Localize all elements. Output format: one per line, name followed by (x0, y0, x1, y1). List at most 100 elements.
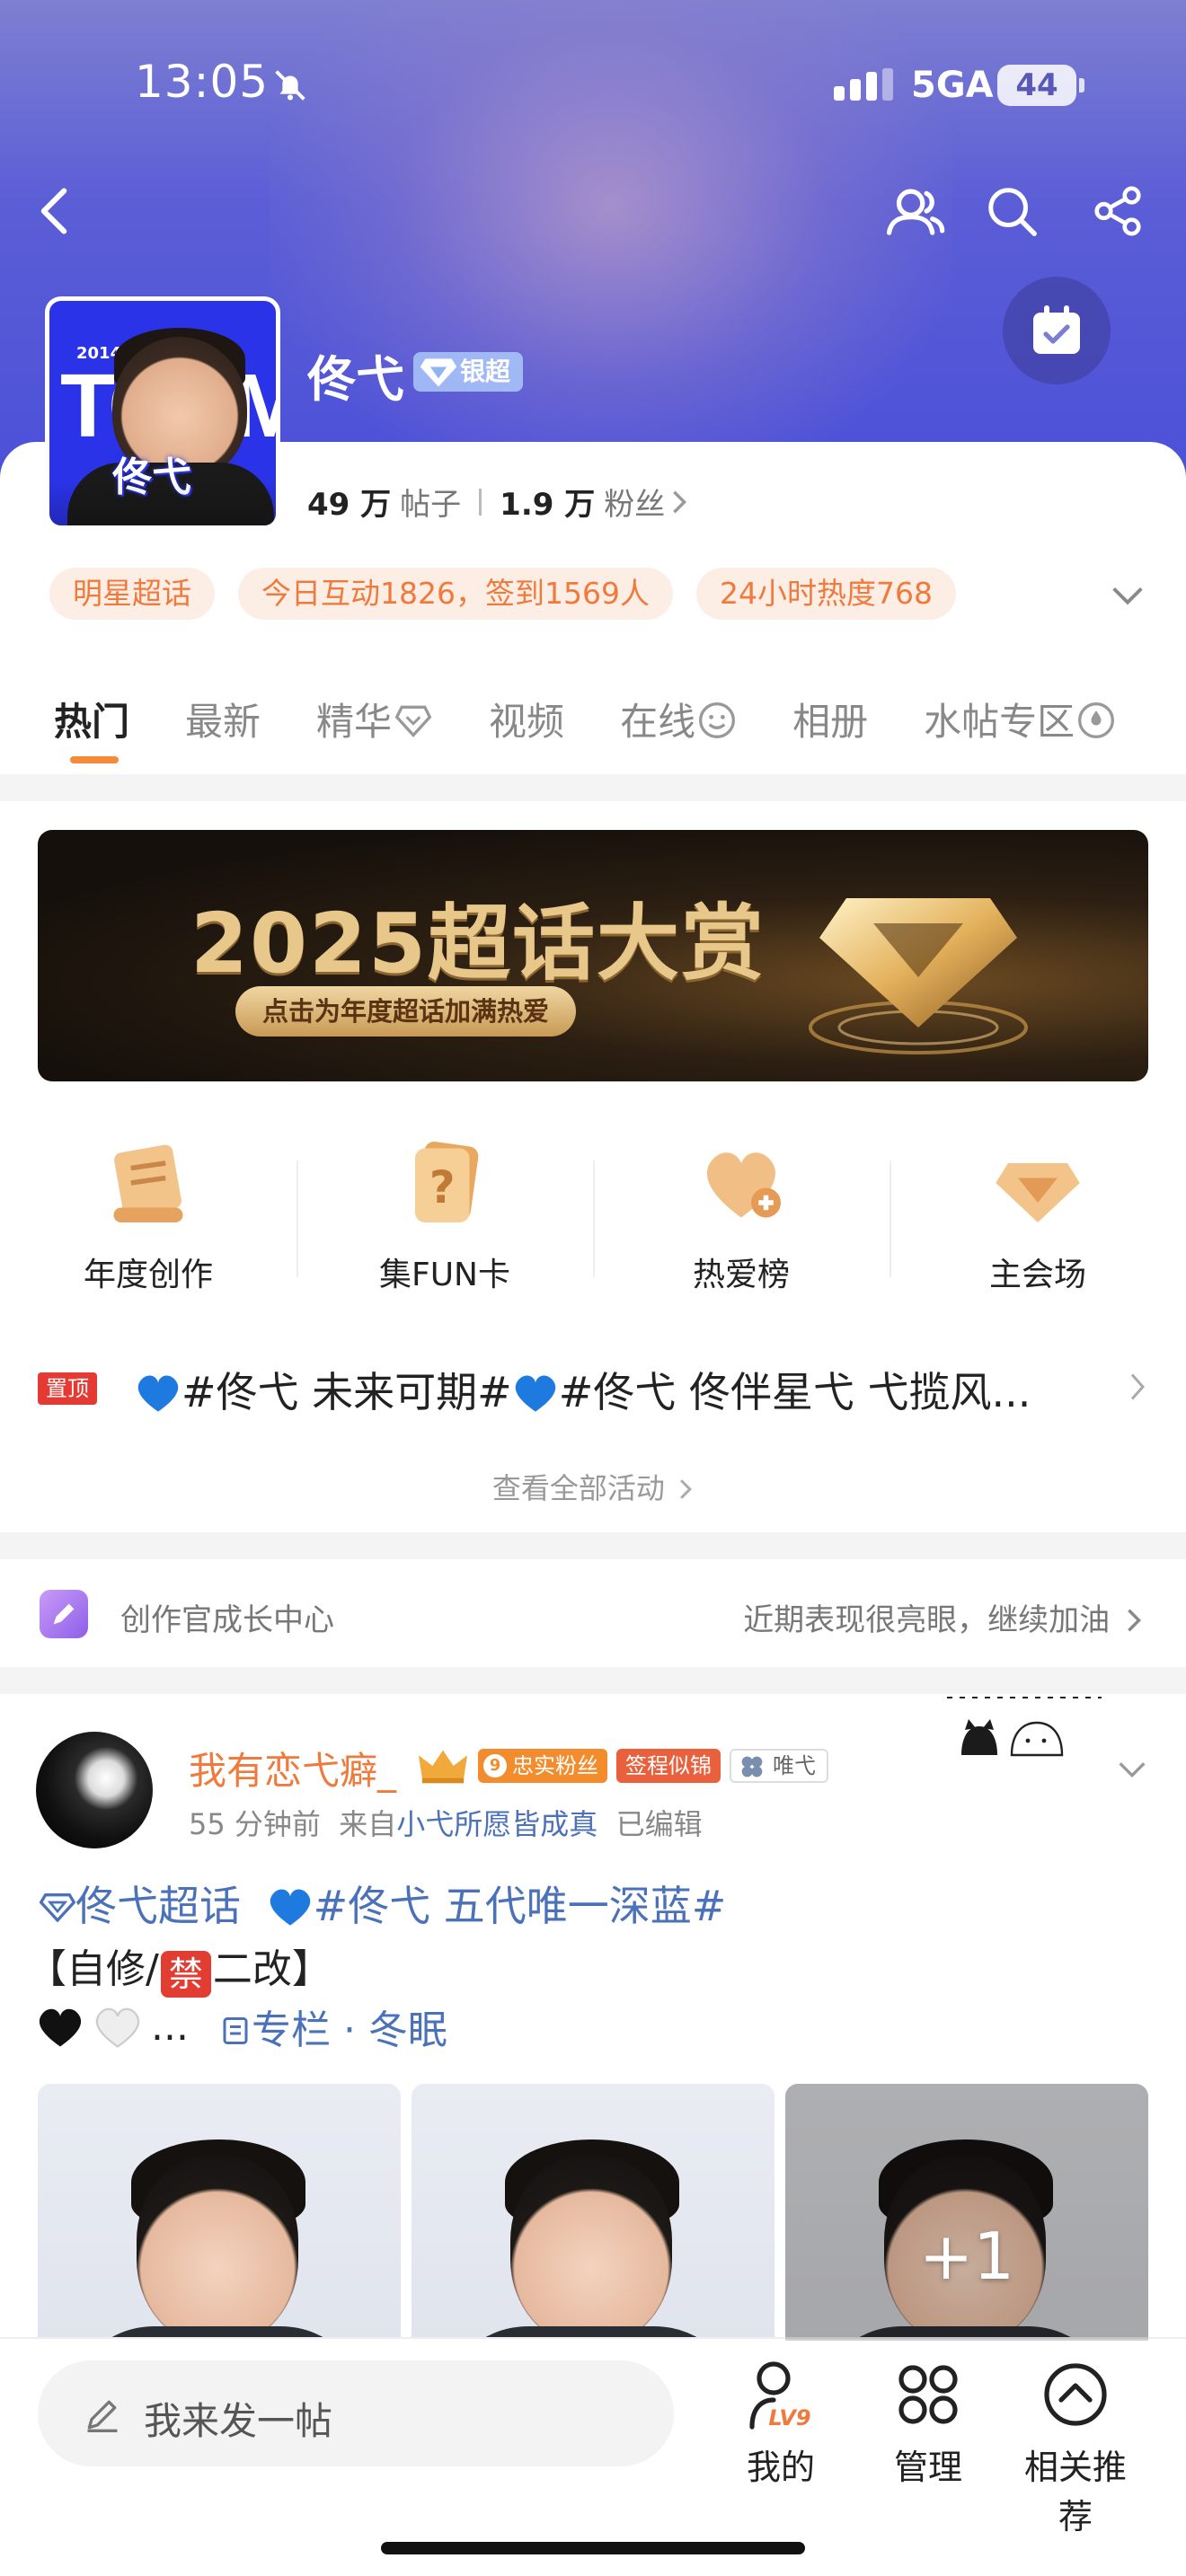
post-hashtag[interactable]: #佟弋 五代唯一深蓝# (314, 1882, 727, 1930)
quick-link-fun-card[interactable]: ? 集FUN卡 (296, 1134, 593, 1295)
user-level-text: LV9 (768, 2405, 810, 2430)
topic-stats: 49 万 帖子 1.9 万 粉丝 (307, 480, 688, 524)
pinned-post[interactable]: 置顶 #佟弋 未来可期# #佟弋 佟伴星弋 弋揽风... (38, 1356, 1152, 1416)
author-badges: 9 忠实粉丝 签程似锦 唯弋 (417, 1746, 828, 1786)
post-ellipsis: ... (151, 2003, 189, 2050)
column-link-label: 专栏 · 冬眠 (251, 2007, 447, 2053)
post-photo[interactable] (412, 2084, 774, 2341)
share-button[interactable] (1082, 175, 1154, 247)
my-button[interactable]: LV9 我的 (713, 2359, 848, 2493)
feed-tabs: 热门 最新 精华 视频 在线 相册 水帖专区 (54, 692, 1172, 763)
post-text-a: 【自修/ (27, 1946, 159, 1992)
column-link[interactable]: 专栏 · 冬眠 (219, 1998, 447, 2055)
tab-featured[interactable]: 精华 (316, 692, 433, 746)
post-photo[interactable]: +1 (785, 2084, 1148, 2341)
tag-heat[interactable]: 24小时热度768 (695, 568, 956, 620)
see-all-label: 查看全部活动 (491, 1471, 665, 1505)
posts-count: 49 万 (307, 487, 392, 523)
more-photos-count: +1 (918, 2219, 1015, 2294)
fans-link[interactable]: 1.9 万 粉丝 (500, 480, 688, 524)
related-recommend-label: 相关推荐 (1023, 2448, 1127, 2536)
my-label: 我的 (746, 2448, 815, 2487)
post-meta: 55 分钟前 来自小弋所愿皆成真 已编辑 (189, 1802, 703, 1843)
creator-encouragement: 近期表现很亮眼，继续加油 (743, 1595, 1143, 1639)
quick-link-annual-creation[interactable]: 年度创作 (0, 1134, 296, 1295)
manage-label: 管理 (893, 2448, 962, 2487)
bell-muted-icon (275, 70, 305, 101)
scroll-icon (113, 1144, 183, 1222)
checkin-button[interactable] (1003, 277, 1111, 384)
post-edited: 已编辑 (615, 1807, 703, 1841)
diamond-icon (420, 358, 457, 387)
chevron-right-icon (1130, 1373, 1146, 1400)
tab-online[interactable]: 在线 (620, 692, 737, 746)
pinned-text: #佟弋 未来可期# #佟弋 佟伴星弋 弋揽风... (135, 1360, 1031, 1419)
quick-links: 年度创作 ? 集FUN卡 热爱榜 主会场 (0, 1134, 1186, 1295)
annual-awards-banner[interactable]: 2025超话大赏 点击为年度超话加满热爱 (38, 830, 1148, 1081)
quick-link-love-rank[interactable]: 热爱榜 (593, 1134, 890, 1295)
quick-link-label: 年度创作 (83, 1257, 213, 1293)
diamond-outline-icon (39, 1893, 76, 1923)
chevron-right-icon (673, 490, 687, 513)
manage-button[interactable]: 管理 (861, 2359, 996, 2493)
home-indicator[interactable] (381, 2542, 805, 2554)
topic-tags: 明星超话 今日互动1826，签到1569人 24小时热度768 (49, 568, 956, 620)
tab-video[interactable]: 视频 (489, 692, 564, 746)
compose-post-button[interactable]: 我来发一帖 (38, 2360, 674, 2466)
post-photo[interactable] (38, 2084, 401, 2341)
compose-placeholder: 我来发一帖 (144, 2399, 333, 2443)
expand-chevron-icon[interactable] (1107, 575, 1148, 616)
see-all-activities-link[interactable]: 查看全部活动 (0, 1466, 1186, 1507)
smile-icon (699, 702, 736, 738)
author-avatar[interactable] (36, 1732, 153, 1848)
quick-link-label: 主会场 (988, 1257, 1086, 1293)
tab-featured-label: 精华 (316, 700, 393, 744)
post-body-line: 【自修/禁二改】 (27, 1936, 332, 1998)
chevron-left-icon (40, 188, 67, 234)
activity-section: 2025超话大赏 点击为年度超话加满热爱 年度创作 ? 集FUN卡 热爱榜 主会… (0, 801, 1186, 1532)
related-recommend-button[interactable]: 相关推荐 (1008, 2359, 1143, 2536)
rank-badge: 银超 (413, 352, 524, 392)
post-topic-link[interactable]: 佟弋超话 (75, 1882, 241, 1930)
tag-category[interactable]: 明星超话 (49, 568, 215, 620)
question-card-icon: ? (415, 1142, 479, 1222)
chevron-up-circle-icon (1044, 2363, 1107, 2426)
pen-badge-icon (40, 1590, 88, 1638)
quick-link-main-venue[interactable]: 主会场 (890, 1134, 1186, 1295)
fans-group-button[interactable] (879, 175, 951, 247)
grid-flower-icon (898, 2365, 958, 2424)
back-button[interactable] (18, 175, 90, 247)
author-name[interactable]: 我有恋弋癖_ (189, 1741, 396, 1795)
black-heart-icon (39, 2008, 82, 2047)
post-from-prefix: 来自 (339, 1807, 397, 1841)
search-button[interactable] (976, 175, 1048, 247)
tab-hot[interactable]: 热门 (54, 692, 129, 763)
tag-interaction[interactable]: 今日互动1826，签到1569人 (238, 568, 673, 620)
pinned-badge: 置顶 (38, 1372, 97, 1405)
tab-latest[interactable]: 最新 (185, 692, 261, 746)
tab-water-posts[interactable]: 水帖专区 (924, 692, 1116, 746)
battery-indicator: 44 (997, 65, 1084, 106)
creator-growth-center[interactable]: 创作官成长中心 近期表现很亮眼，继续加油 (0, 1559, 1186, 1667)
status-bar: 13:05 5GA 44 (0, 0, 1186, 171)
tab-album[interactable]: 相册 (792, 692, 868, 746)
pencil-icon (87, 2400, 118, 2432)
calendar-check-icon (1033, 305, 1080, 354)
white-heart-icon (95, 2007, 140, 2048)
clover-badge-label: 唯弋 (773, 1753, 816, 1778)
search-icon (988, 188, 1037, 236)
post-source[interactable]: 小弋所愿皆成真 (396, 1807, 597, 1841)
post-photo-grid: +1 (38, 2084, 1148, 2341)
status-time: 13:05 (135, 56, 270, 108)
diamond-outline-icon (394, 705, 432, 737)
blue-heart-icon (270, 1889, 310, 1926)
creator-center-label: 创作官成长中心 (120, 1602, 334, 1638)
chevron-right-icon (1128, 1609, 1142, 1632)
chevron-right-icon (680, 1479, 693, 1499)
quick-link-label: 热爱榜 (692, 1257, 790, 1293)
blue-heart-icon (515, 1375, 555, 1412)
pinned-hashtag-2: #佟弋 佟伴星弋 弋揽风... (558, 1368, 1031, 1416)
chevron-down-icon[interactable] (1114, 1751, 1150, 1787)
super-topic-avatar[interactable]: 2014 TONM 佟弋 (45, 296, 280, 530)
banner-cta: 点击为年度超话加满热爱 (235, 986, 577, 1037)
